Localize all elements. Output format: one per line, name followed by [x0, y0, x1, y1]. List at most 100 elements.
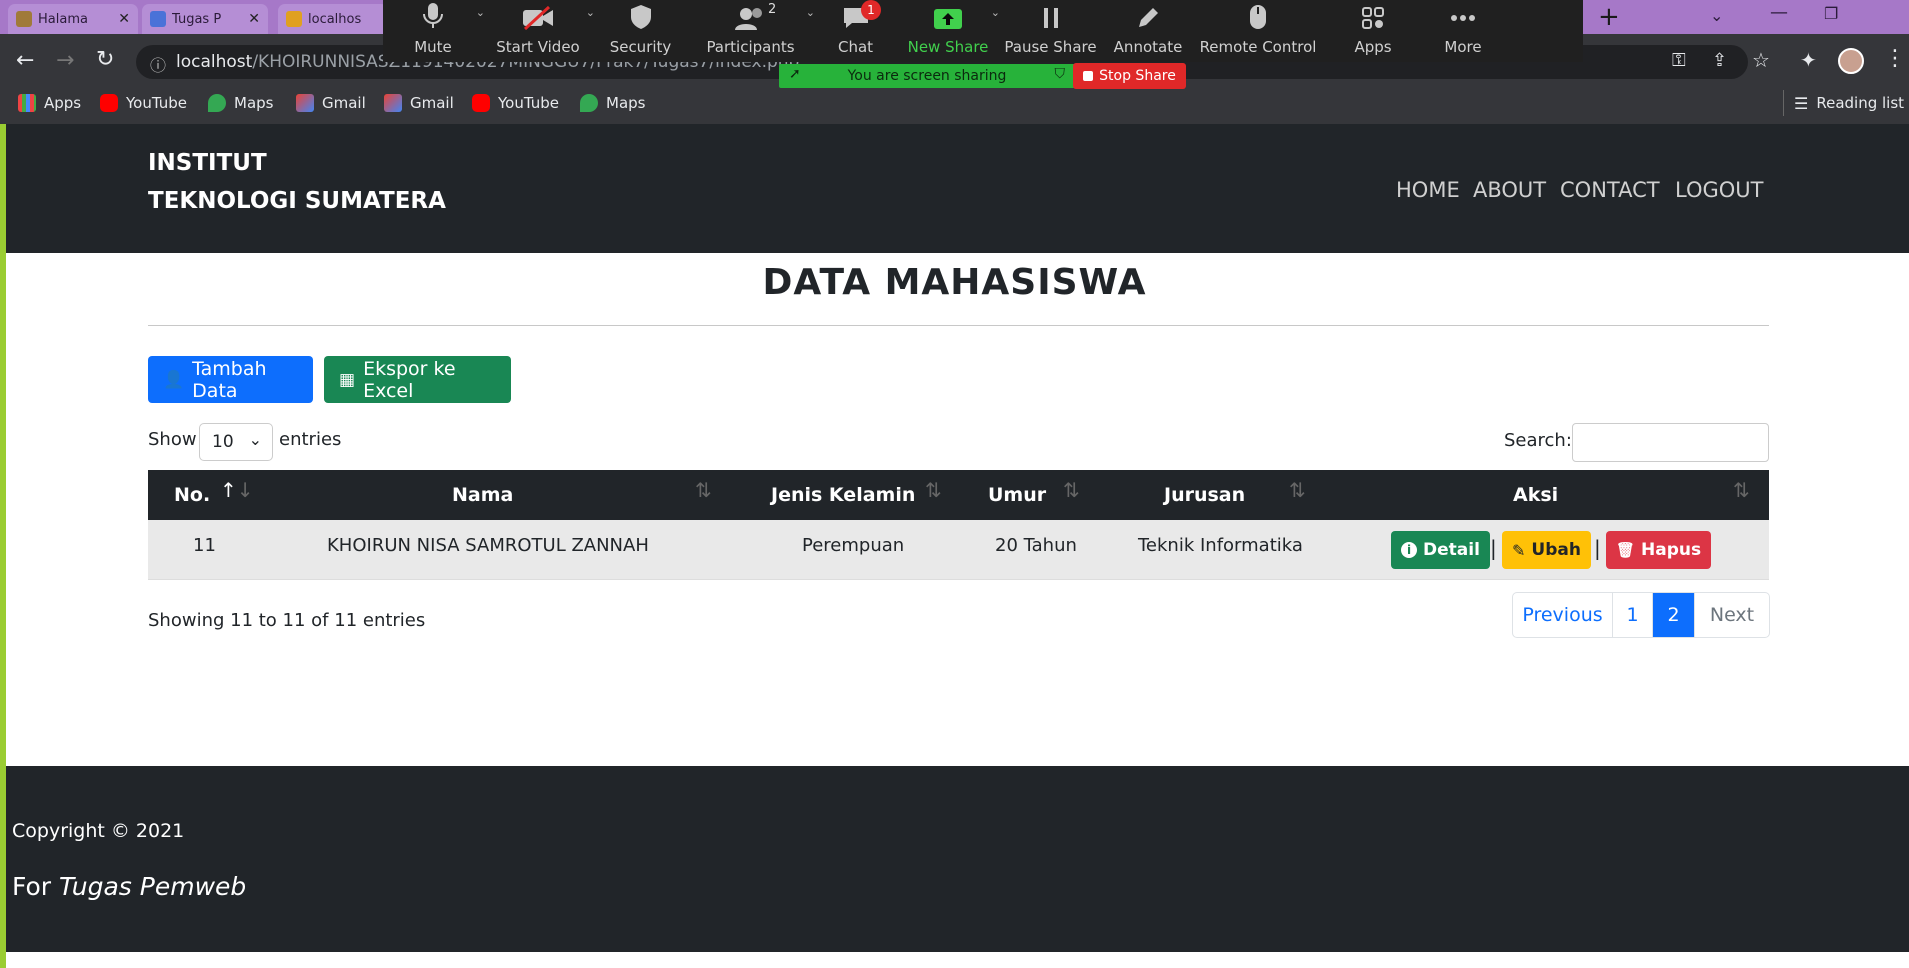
more-button[interactable]: More: [1423, 0, 1503, 62]
brand-line-1: INSTITUT: [148, 150, 267, 176]
divider: [148, 325, 1769, 326]
back-icon[interactable]: ←: [16, 48, 34, 73]
mouse-icon: [1250, 5, 1266, 29]
reading-list-button[interactable]: ☰ Reading list: [1794, 90, 1904, 116]
sort-icon[interactable]: ⇅: [1289, 478, 1306, 502]
add-user-icon: 👤: [163, 369, 185, 390]
maps-icon: [208, 94, 226, 112]
edit-button[interactable]: ✎ Ubah: [1502, 531, 1591, 569]
nav-about[interactable]: ABOUT: [1473, 178, 1546, 202]
stop-share-button[interactable]: Stop Share: [1073, 63, 1186, 89]
bookmark-star-icon[interactable]: ☆: [1752, 48, 1770, 72]
brand-line-2: TEKNOLOGI SUMATERA: [148, 188, 446, 214]
copyright-text: Copyright © 2021: [12, 820, 185, 842]
pagination-previous[interactable]: Previous: [1513, 593, 1613, 637]
column-header-nama[interactable]: Nama: [452, 470, 513, 520]
video-off-icon: [523, 6, 553, 30]
start-video-button[interactable]: Start Video ⌄: [483, 0, 595, 62]
bookmark-item[interactable]: Maps: [208, 90, 273, 116]
bookmark-item[interactable]: Gmail: [296, 90, 366, 116]
delete-button[interactable]: 🗑 Hapus: [1606, 531, 1712, 569]
pagination-page-active[interactable]: 2: [1653, 593, 1695, 637]
close-tab-icon[interactable]: ✕: [248, 11, 260, 27]
share-page-icon[interactable]: ⇪: [1712, 50, 1727, 71]
pagination-page[interactable]: 1: [1613, 593, 1653, 637]
microphone-icon: [423, 3, 443, 28]
annotate-button[interactable]: Annotate: [1103, 0, 1193, 62]
detail-button[interactable]: i Detail: [1391, 531, 1490, 569]
reading-list-icon: ☰: [1794, 93, 1809, 113]
participants-button[interactable]: Participants 2 ⌄: [688, 0, 815, 62]
close-tab-icon[interactable]: ✕: [118, 11, 130, 27]
bookmark-item[interactable]: Apps: [18, 90, 81, 116]
security-button[interactable]: Security: [593, 0, 688, 62]
separator: |: [1594, 536, 1601, 560]
url-host: localhost: [176, 52, 253, 72]
site-footer: [6, 766, 1909, 952]
mute-button[interactable]: Mute ⌄: [383, 0, 485, 62]
bookmark-item[interactable]: Gmail: [384, 90, 454, 116]
nav-contact[interactable]: CONTACT: [1560, 178, 1660, 202]
edit-icon: ✎: [1512, 540, 1526, 560]
forward-icon[interactable]: →: [56, 48, 74, 73]
bookmark-item[interactable]: Maps: [580, 90, 645, 116]
column-header-no[interactable]: No.: [174, 470, 210, 520]
sort-icon[interactable]: ⇅: [925, 478, 942, 502]
stop-icon: [1083, 71, 1094, 81]
sort-icon[interactable]: ⇅: [1733, 478, 1750, 502]
pagination-next[interactable]: Next: [1695, 593, 1769, 637]
extensions-icon[interactable]: ✦: [1800, 48, 1817, 72]
new-tab-icon[interactable]: +: [1598, 2, 1620, 32]
apps-button[interactable]: Apps: [1323, 0, 1423, 62]
cell-no: 11: [193, 535, 216, 556]
remote-control-button[interactable]: Remote Control: [1193, 0, 1323, 62]
search-input[interactable]: [1572, 423, 1769, 462]
cell-umur: 20 Tahun: [995, 535, 1077, 556]
column-header-jenis-kelamin[interactable]: Jenis Kelamin: [771, 470, 915, 520]
youtube-icon: [472, 94, 490, 112]
cell-jenis-kelamin: Perempuan: [802, 535, 905, 556]
site-brand[interactable]: INSTITUT TEKNOLOGI SUMATERA: [148, 144, 446, 220]
search-label: Search:: [1504, 430, 1572, 451]
column-header-aksi[interactable]: Aksi: [1513, 470, 1558, 520]
new-share-button[interactable]: New Share ⌄: [898, 0, 1000, 62]
page-title: DATA MAHASISWA: [762, 262, 1147, 303]
sort-icon[interactable]: ⇅: [1063, 478, 1080, 502]
divider: [1783, 90, 1784, 116]
browser-tab[interactable]: Halama ✕: [8, 4, 138, 34]
pause-share-button[interactable]: Pause Share: [998, 0, 1103, 62]
nav-home[interactable]: HOME: [1396, 178, 1460, 202]
screen-sharing-indicator: ➚ You are screen sharing ⛉: [779, 64, 1075, 88]
site-info-icon[interactable]: ⓘ: [150, 52, 166, 76]
minimize-icon[interactable]: —: [1770, 2, 1788, 23]
column-header-jurusan[interactable]: Jurusan: [1164, 470, 1245, 520]
reload-icon[interactable]: ↻: [96, 47, 114, 72]
chat-badge: 1: [861, 0, 881, 20]
chat-button[interactable]: Chat 1: [813, 0, 898, 62]
apps-grid-icon: [18, 94, 36, 112]
export-excel-button[interactable]: ▦ Ekspor ke Excel: [324, 356, 511, 403]
column-header-umur[interactable]: Umur: [988, 470, 1046, 520]
pencil-icon: [1139, 8, 1158, 27]
bookmark-item[interactable]: YouTube: [100, 90, 187, 116]
key-icon[interactable]: ⚿: [1672, 50, 1686, 71]
shield-check-icon: ⛉: [1054, 66, 1066, 82]
tab-search-icon[interactable]: ⌄: [1710, 6, 1723, 25]
shield-icon: [630, 5, 651, 29]
browser-tab[interactable]: localhos: [278, 4, 388, 34]
table-info: Showing 11 to 11 of 11 entries: [148, 610, 426, 631]
browser-tab[interactable]: Tugas P ✕: [142, 4, 268, 34]
entries-select[interactable]: 10 ⌄: [199, 423, 273, 461]
sort-icon[interactable]: ⇅: [695, 478, 712, 502]
bookmark-item[interactable]: YouTube: [472, 90, 559, 116]
footer-credit: For Tugas Pemweb: [12, 872, 247, 901]
tab-favicon-icon: [150, 11, 166, 27]
participant-count: 2: [768, 2, 777, 17]
menu-dots-icon[interactable]: ⋮: [1884, 46, 1906, 71]
sort-ascending-icon[interactable]: ↑↓: [220, 478, 254, 502]
nav-logout[interactable]: LOGOUT: [1675, 178, 1763, 202]
add-data-button[interactable]: 👤 Tambah Data: [148, 356, 313, 403]
sharing-arrow-icon: ➚: [789, 66, 801, 82]
profile-avatar[interactable]: [1838, 48, 1864, 74]
restore-icon[interactable]: ❐: [1824, 4, 1838, 23]
